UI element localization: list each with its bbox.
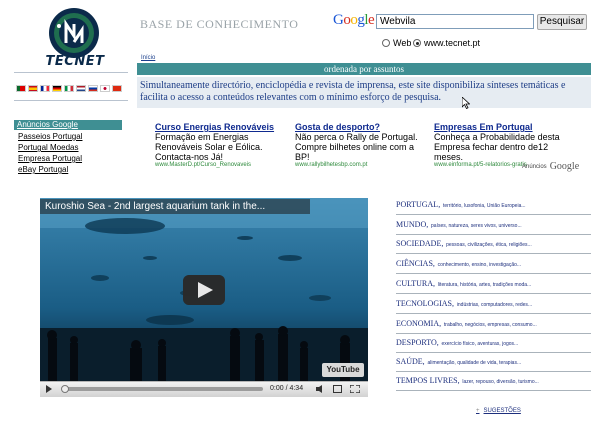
category-cultura[interactable]: CULTURA, literatura, história, artes, tr…: [396, 278, 591, 294]
video-progress-bar[interactable]: [63, 387, 263, 391]
ads-google-label: Google: [549, 161, 580, 172]
search-button[interactable]: Pesquisar: [537, 14, 587, 30]
ad-text: Conheça a Probabilidade desta Empresa fe…: [434, 132, 560, 162]
plus-icon: +: [476, 408, 480, 414]
category-sub: países, natureza, seres vivos, universo.…: [431, 223, 522, 229]
flag-de-icon[interactable]: [52, 85, 62, 92]
option-web-label: Web: [393, 38, 412, 48]
flag-es-icon[interactable]: [28, 85, 38, 92]
category-sub: literatura, história, artes, tradições m…: [437, 282, 532, 288]
category-economia[interactable]: ECONOMIA, trabalho, negócios, empresas, …: [396, 318, 591, 334]
category-sub: indústrias, computadores, redes...: [456, 302, 533, 308]
category-sub: exercício físico, aventuras, jogos...: [441, 341, 519, 347]
category-ciencias[interactable]: CIÊNCIAS, conhecimento, ensino, investig…: [396, 258, 591, 274]
category-sub: território, lusofonia, União Europeia...: [442, 203, 526, 209]
play-small-icon[interactable]: [45, 385, 53, 393]
cursor-icon: [462, 97, 470, 109]
ad-title[interactable]: Empresas Em Portugal: [434, 122, 574, 132]
ad-block: Curso Energias Renováveis Formação em En…: [155, 122, 290, 168]
ads-label: Anúncios: [522, 163, 547, 170]
ad-title[interactable]: Curso Energias Renováveis: [155, 122, 290, 132]
category-name[interactable]: DESPORTO,: [396, 338, 439, 347]
youtube-logo[interactable]: YouTube: [322, 363, 364, 377]
flag-fr-icon[interactable]: [40, 85, 50, 92]
nav-item[interactable]: Portugal Moedas: [18, 143, 78, 152]
category-name[interactable]: TEMPOS LIVRES,: [396, 376, 460, 385]
category-sub: conhecimento, ensino, investigação...: [437, 262, 522, 268]
flag-jp-icon[interactable]: [100, 85, 110, 92]
option-site-label: www.tecnet.pt: [424, 38, 481, 48]
popout-icon[interactable]: [333, 385, 342, 393]
nav-item[interactable]: eBay Portugal: [18, 165, 68, 174]
ad-text: Formação em Energias Renováveis Solar e …: [155, 132, 263, 162]
search-option-web[interactable]: Web: [382, 38, 411, 48]
nav-header[interactable]: Anúncios Google: [14, 120, 122, 130]
category-name[interactable]: SAÚDE,: [396, 357, 425, 366]
progress-handle[interactable]: [61, 385, 69, 393]
search-option-site[interactable]: www.tecnet.pt: [413, 38, 480, 48]
flag-pt-icon[interactable]: [16, 85, 26, 92]
category-sub: pessoas, civilizações, ética, religiões.…: [446, 242, 532, 248]
search-input[interactable]: Webvila: [376, 14, 534, 29]
ads-by-google[interactable]: Anúncios Google: [522, 161, 579, 172]
category-name[interactable]: TECNOLOGIAS,: [396, 299, 454, 308]
ad-text: Não perca o Rally de Portugal. Compre bi…: [295, 132, 418, 162]
category-tempos-livres[interactable]: TEMPOS LIVRES, lazer, repouso, diversão,…: [396, 375, 591, 391]
flag-it-icon[interactable]: [64, 85, 74, 92]
ad-title[interactable]: Gosta de desporto?: [295, 122, 430, 132]
radio-site-icon[interactable]: [413, 39, 421, 47]
ad-block: Gosta de desporto? Não perca o Rally de …: [295, 122, 430, 168]
category-name[interactable]: ECONOMIA,: [396, 319, 441, 328]
nav-item[interactable]: Passeios Portugal: [18, 132, 82, 141]
radio-web-icon[interactable]: [382, 39, 390, 47]
category-sub: lazer, repouso, diversão, turismo...: [462, 379, 539, 385]
category-sub: alimentação, qualidade de vida, terapias…: [427, 360, 522, 366]
google-logo: Google: [333, 12, 375, 28]
category-name[interactable]: PORTUGAL,: [396, 200, 440, 209]
ad-url[interactable]: www.MasterD.pt/Curso_Renovaveis: [155, 162, 290, 168]
language-flags: [16, 85, 122, 92]
flag-cn-icon[interactable]: [112, 85, 122, 92]
logo-wordmark: TECNET: [45, 54, 105, 69]
category-tecnologias[interactable]: TECNOLOGIAS, indústrias, computadores, r…: [396, 298, 591, 314]
category-name[interactable]: CULTURA,: [396, 279, 435, 288]
play-icon[interactable]: [183, 275, 225, 305]
divider: [14, 100, 128, 101]
breadcrumb-home[interactable]: Início: [141, 55, 155, 61]
category-sociedade[interactable]: SOCIEDADE, pessoas, civilizações, ética,…: [396, 238, 591, 254]
category-saude[interactable]: SAÚDE, alimentação, qualidade de vida, t…: [396, 356, 591, 372]
video-title[interactable]: Kuroshio Sea - 2nd largest aquarium tank…: [40, 199, 310, 214]
category-mundo[interactable]: MUNDO, países, natureza, seres vivos, un…: [396, 219, 591, 235]
video-time: 0:00 / 4:34: [270, 385, 304, 392]
category-portugal[interactable]: PORTUGAL, território, lusofonia, União E…: [396, 199, 591, 215]
divider: [14, 72, 128, 73]
category-name[interactable]: CIÊNCIAS,: [396, 259, 435, 268]
suggestions-link[interactable]: + SUGESTÕES: [476, 408, 521, 414]
volume-icon[interactable]: [316, 385, 325, 393]
flag-nl-icon[interactable]: [76, 85, 86, 92]
section-header-bar: ordenada por assuntos: [137, 63, 591, 75]
suggestions-label[interactable]: SUGESTÕES: [484, 408, 521, 414]
site-title: BASE DE CONHECIMENTO: [140, 17, 299, 31]
fullscreen-icon[interactable]: [350, 385, 360, 393]
site-description: Simultaneamente directório, enciclopédia…: [137, 77, 591, 108]
flag-ru-icon[interactable]: [88, 85, 98, 92]
category-sub: trabalho, negócios, empresas, consumo...: [443, 322, 537, 328]
ad-url[interactable]: www.rallybilhetesbp.com.pt: [295, 162, 430, 168]
nav-item[interactable]: Empresa Portugal: [18, 154, 82, 163]
category-name[interactable]: MUNDO,: [396, 220, 428, 229]
category-name[interactable]: SOCIEDADE,: [396, 239, 443, 248]
category-desporto[interactable]: DESPORTO, exercício físico, aventuras, j…: [396, 337, 591, 353]
